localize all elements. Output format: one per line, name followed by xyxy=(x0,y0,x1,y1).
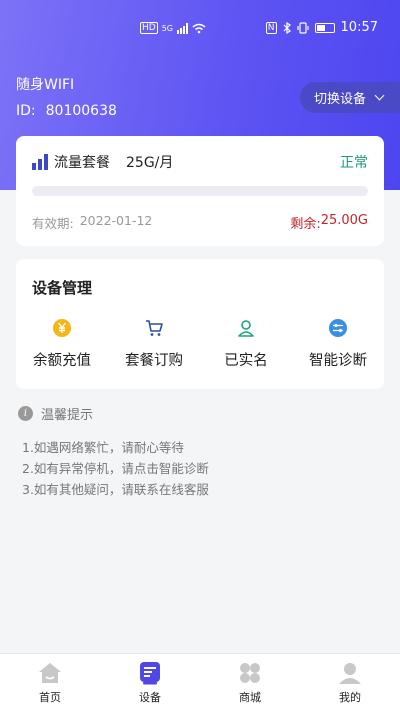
clock: 10:57 xyxy=(340,20,378,35)
tab-profile-label: 我的 xyxy=(339,691,361,704)
management-title: 设备管理 xyxy=(32,279,93,297)
verified-button[interactable]: 已实名 xyxy=(200,317,292,370)
validity-date: 2022-01-12 xyxy=(79,213,153,228)
tip-line: 3.如有其他疑问，请联系在线客服 xyxy=(22,482,209,497)
device-name: 随身WIFI xyxy=(16,77,75,93)
hd-badge: HD xyxy=(140,22,158,34)
management-grid: 余额充值 套餐订购 已实名 智能诊断 xyxy=(16,317,384,370)
smart-diagnose-label: 智能诊断 xyxy=(309,353,367,369)
switch-device-button[interactable]: 切换设备 xyxy=(300,82,400,113)
remaining-data: 剩余: 25.00G xyxy=(290,213,368,232)
tab-profile[interactable]: 我的 xyxy=(300,654,400,711)
tips-title: 温馨提示 xyxy=(41,408,94,423)
tips-list: 1.如遇网络繁忙，请耐心等待 2.如有异常停机，请点击智能诊断 3.如有其他疑问… xyxy=(18,437,209,500)
tab-shop-label: 商城 xyxy=(239,691,261,704)
usage-progress-bar xyxy=(32,186,368,196)
bottom-tab-bar: 首页 设备 商城 我的 xyxy=(0,653,400,711)
plan-label: 流量套餐 xyxy=(54,155,110,171)
network-tag: 5G xyxy=(161,23,173,33)
tip-line: 2.如有异常停机，请点击智能诊断 xyxy=(22,461,209,476)
nfc-icon: N xyxy=(265,21,277,34)
device-icon xyxy=(137,660,163,686)
validity: 有效期: 2022-01-12 xyxy=(32,213,152,232)
data-plan-card[interactable]: 流量套餐 25G/月 正常 有效期: 2022-01-12 剩余: 25.00G xyxy=(16,136,384,246)
status-system-group: N 10:57 xyxy=(265,20,378,35)
tab-home-label: 首页 xyxy=(39,691,61,704)
device-id: ID: 80100638 xyxy=(16,103,117,119)
tab-home[interactable]: 首页 xyxy=(0,654,100,711)
order-plan-button[interactable]: 套餐订购 xyxy=(108,317,200,370)
home-icon xyxy=(37,660,63,686)
tip-line: 1.如遇网络繁忙，请耐心等待 xyxy=(22,440,184,455)
bluetooth-icon xyxy=(283,21,291,34)
signal-icon xyxy=(177,22,188,34)
vibrate-icon xyxy=(296,21,309,34)
tab-device-label: 设备 xyxy=(139,691,161,704)
plan-size: 25G/月 xyxy=(126,155,174,171)
tips-section: i 温馨提示 1.如遇网络繁忙，请耐心等待 2.如有异常停机，请点击智能诊断 3… xyxy=(18,404,209,500)
shop-icon xyxy=(237,660,263,686)
recharge-label: 余额充值 xyxy=(33,353,91,369)
remaining-value: 25.00G xyxy=(320,213,368,228)
order-plan-label: 套餐订购 xyxy=(125,353,183,369)
status-network-group: HD 5G xyxy=(140,22,206,34)
diagnose-icon xyxy=(327,317,349,339)
bar-chart-icon xyxy=(32,154,48,170)
chevron-down-icon xyxy=(374,90,385,101)
profile-icon xyxy=(337,660,363,686)
status-bar: HD 5G N 10:57 xyxy=(0,0,400,58)
device-management-card: 设备管理 余额充值 套餐订购 已实名 智能诊断 xyxy=(16,259,384,389)
person-icon xyxy=(235,317,257,339)
verified-label: 已实名 xyxy=(224,353,268,369)
remaining-label: 剩余: xyxy=(290,217,321,232)
cart-icon xyxy=(143,317,165,339)
plan-status-badge: 正常 xyxy=(340,155,368,171)
device-id-value: 80100638 xyxy=(45,103,117,119)
tab-device[interactable]: 设备 xyxy=(100,654,200,711)
validity-label: 有效期: xyxy=(32,216,74,231)
battery-icon xyxy=(314,22,335,33)
switch-device-label: 切换设备 xyxy=(314,92,367,107)
device-id-label: ID: xyxy=(16,103,36,119)
wifi-icon xyxy=(192,23,206,33)
info-icon: i xyxy=(18,406,33,421)
tab-shop[interactable]: 商城 xyxy=(200,654,300,711)
yen-coin-icon xyxy=(51,317,73,339)
recharge-button[interactable]: 余额充值 xyxy=(16,317,108,370)
smart-diagnose-button[interactable]: 智能诊断 xyxy=(292,317,384,370)
